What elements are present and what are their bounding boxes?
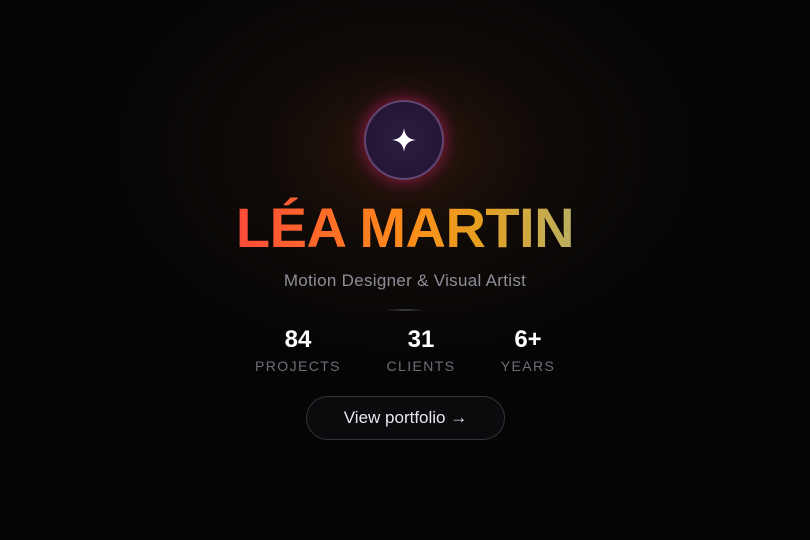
view-portfolio-button[interactable]: View portfolio → [306, 396, 505, 440]
sparkle-icon [392, 128, 416, 152]
divider [385, 309, 425, 311]
avatar [364, 100, 444, 180]
profile-name-text: LÉA MARTIN [235, 196, 575, 259]
stat-years-label: YEARS [500, 358, 556, 374]
stat-years: 6+ YEARS [468, 326, 588, 374]
profile-card: LÉA MARTIN Motion Designer & Visual Arti… [0, 0, 810, 540]
stat-projects: 84 PROJECTS [238, 326, 358, 374]
profile-subtitle: Motion Designer & Visual Artist [283, 271, 527, 290]
stat-projects-label: PROJECTS [255, 358, 341, 374]
stat-clients-label: CLIENTS [386, 358, 456, 374]
stat-years-value: 6+ [514, 326, 542, 353]
stat-clients: 31 CLIENTS [361, 326, 481, 374]
stat-clients-value: 31 [407, 326, 435, 353]
stat-projects-value: 84 [284, 326, 312, 353]
profile-name: LÉA MARTIN [0, 196, 810, 260]
